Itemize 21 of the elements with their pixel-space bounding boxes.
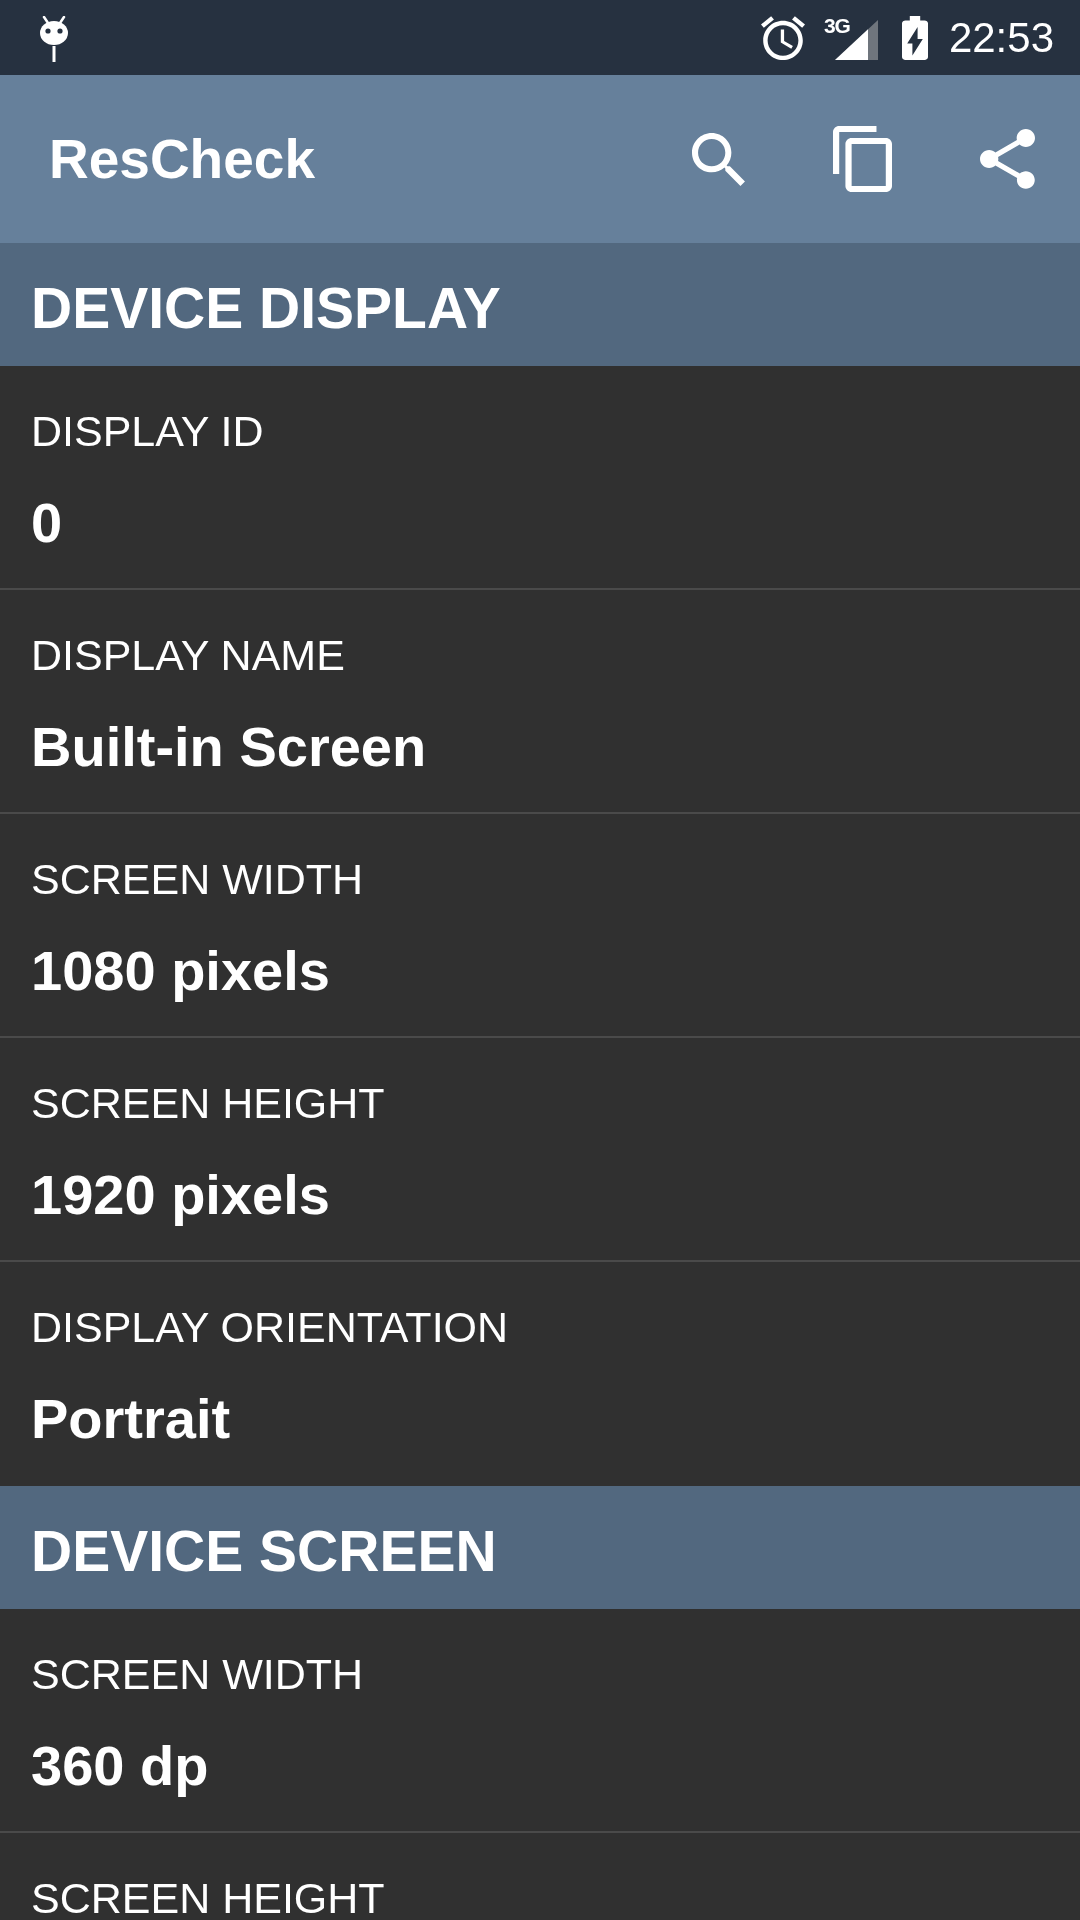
section-header: DEVICE DISPLAY xyxy=(0,243,1080,366)
item-value: Built-in Screen xyxy=(31,719,428,775)
copy-icon[interactable] xyxy=(833,126,892,192)
item-value: 0 xyxy=(31,495,64,551)
item-label: SCREEN HEIGHT xyxy=(31,1877,386,1920)
network-type-label: 3G xyxy=(823,14,850,36)
clock-time: 22:53 xyxy=(948,16,1054,59)
section-header: DEVICE SCREEN xyxy=(0,1486,1080,1609)
robot-head-icon xyxy=(38,15,70,62)
item-label: DISPLAY NAME xyxy=(31,634,346,677)
search-icon[interactable] xyxy=(692,132,745,186)
item-label: SCREEN WIDTH xyxy=(31,1653,365,1696)
item-label: DISPLAY ID xyxy=(31,410,265,453)
app-title: ResCheck xyxy=(49,131,315,187)
alarm-clock-icon xyxy=(760,15,805,60)
share-icon[interactable] xyxy=(980,129,1035,189)
item-label: DISPLAY ORIENTATION xyxy=(31,1306,510,1349)
item-label: SCREEN WIDTH xyxy=(31,858,365,901)
battery-charging-icon xyxy=(901,15,928,60)
item-label: SCREEN HEIGHT xyxy=(31,1082,386,1125)
item-value: Portrait xyxy=(31,1391,232,1447)
